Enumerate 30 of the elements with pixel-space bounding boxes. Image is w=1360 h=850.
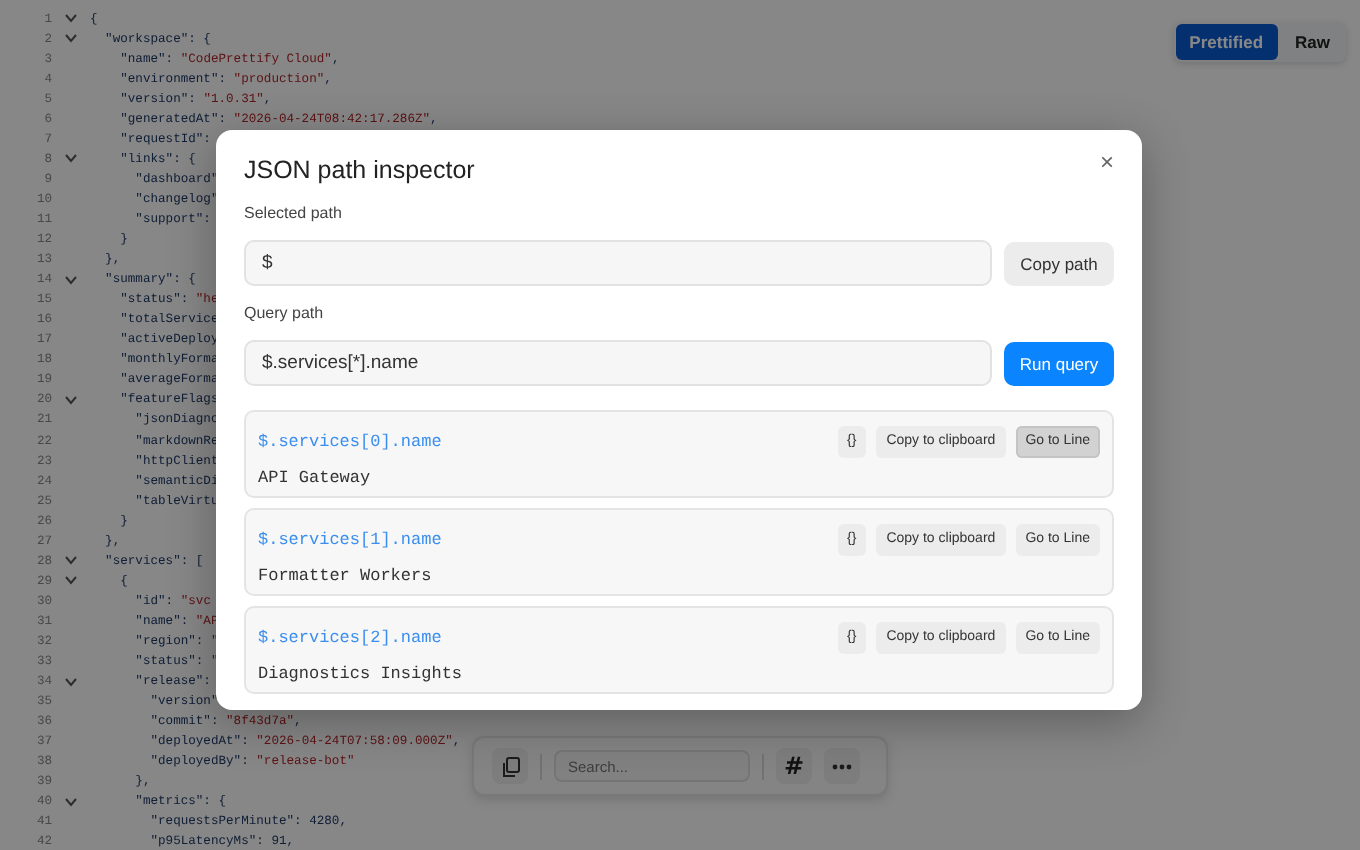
result-path: $.services[1].name bbox=[258, 529, 442, 549]
result-path: $.services[2].name bbox=[258, 627, 442, 647]
copy-button[interactable] bbox=[492, 748, 528, 784]
field-label: Query path bbox=[244, 304, 326, 322]
result-value: Formatter Workers bbox=[258, 566, 434, 586]
copy-icon bbox=[499, 755, 521, 777]
more-icon bbox=[832, 763, 852, 769]
chevron-down-icon[interactable] bbox=[64, 32, 78, 45]
result-value: Diagnostics Insights bbox=[258, 664, 465, 684]
chevron-down-icon[interactable] bbox=[64, 675, 78, 688]
chevron-down-icon[interactable] bbox=[64, 393, 78, 406]
view-tab[interactable]: Raw bbox=[1281, 24, 1344, 60]
more-button[interactable] bbox=[824, 748, 860, 784]
view-tab[interactable]: Prettified bbox=[1175, 24, 1278, 60]
chevron-down-icon[interactable] bbox=[64, 152, 78, 165]
chevron-down-icon[interactable] bbox=[64, 12, 78, 25]
result-path: $.services[0].name bbox=[258, 431, 442, 451]
result-value: API Gateway bbox=[258, 468, 373, 488]
chevron-down-icon[interactable] bbox=[64, 795, 78, 808]
field-label: Selected path bbox=[244, 204, 344, 222]
copy-path-button[interactable]: Copy path bbox=[1004, 241, 1114, 285]
path-field[interactable]: $.services[*].name bbox=[244, 340, 992, 386]
run-query-button[interactable]: Run query bbox=[1004, 341, 1114, 385]
chevron-down-icon[interactable] bbox=[64, 574, 78, 587]
chevron-down-icon[interactable] bbox=[64, 273, 78, 286]
line-numbers-button[interactable]: # bbox=[776, 748, 812, 784]
path-field[interactable]: $ bbox=[244, 240, 992, 286]
close-button[interactable]: × bbox=[1099, 148, 1114, 176]
dialog-title: JSON path inspector bbox=[244, 156, 475, 184]
chevron-down-icon[interactable] bbox=[64, 554, 78, 567]
